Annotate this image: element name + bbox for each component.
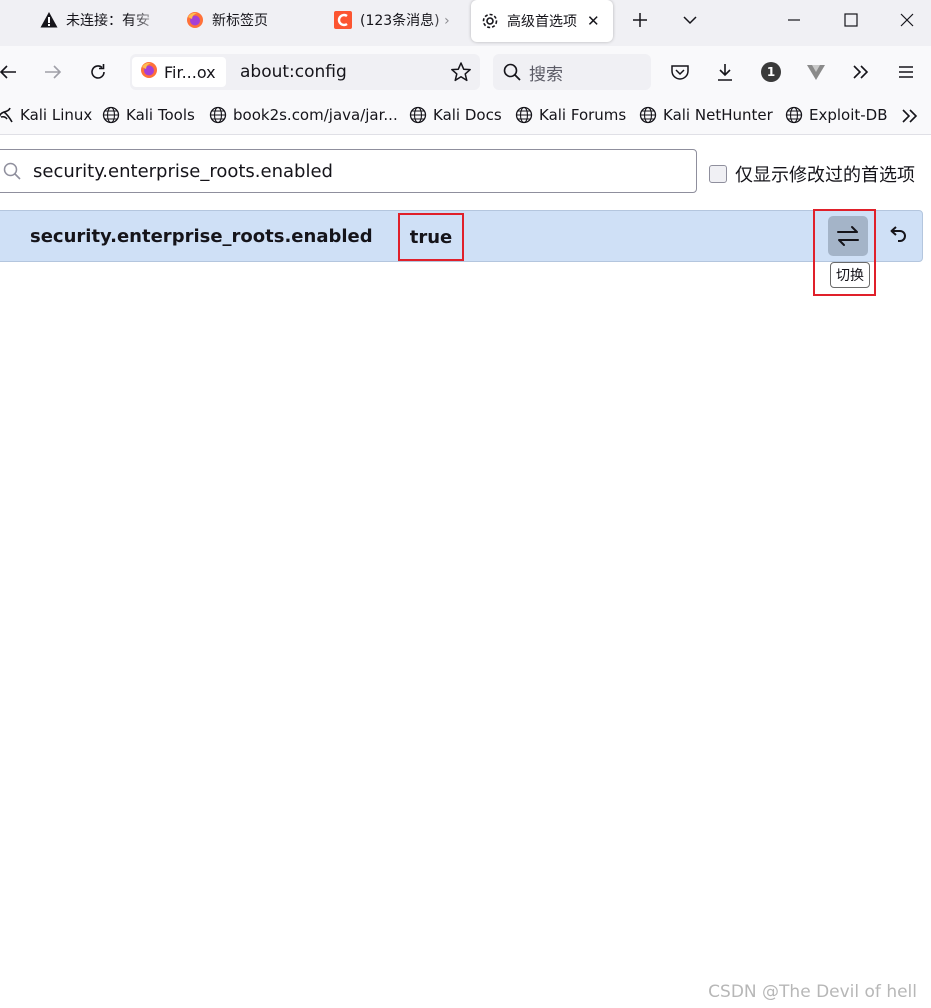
url-text[interactable]: about:config [240,62,347,82]
tab-advanced-preferences[interactable]: 高级首选项 ✕ [471,0,613,42]
firefox-icon [186,11,204,29]
tab-label: (123条消息) › [360,13,450,29]
warning-icon [40,11,58,29]
tab-insecure-site[interactable]: 未连接：有安 [40,0,162,40]
globe-icon [639,106,657,124]
bookmark-label: Exploit-DB [809,106,888,124]
navigation-toolbar: Fir...ox about:config 搜索 1 [0,46,931,98]
web-search-box[interactable]: 搜索 [493,54,651,90]
bookmark-star-button[interactable] [450,61,472,87]
reload-icon [91,64,105,79]
gear-icon [481,12,499,30]
list-all-tabs-button[interactable] [676,6,704,34]
tab-strip: 未连接：有安 新标签页 (123条消息) › 高级首选项 ✕ [0,0,931,46]
url-bar[interactable]: Fir...ox about:config [130,54,480,90]
plus-icon [633,13,647,27]
close-icon [900,13,914,27]
identity-label: Fir...ox [164,62,216,82]
bookmark-label: Kali Forums [539,106,627,124]
firefox-icon [140,61,158,83]
close-window-button[interactable] [893,6,921,34]
globe-icon [409,106,427,124]
maximize-icon [844,13,858,27]
show-modified-checkbox[interactable] [709,165,727,183]
overflow-menu-button[interactable] [847,58,875,86]
globe-icon [209,106,227,124]
forward-button[interactable] [39,58,67,86]
bookmark-label: Kali NetHunter [663,106,773,124]
tab-csdn[interactable]: (123条消息) › [334,0,462,40]
reset-button[interactable] [884,222,912,250]
vpn-extension-button[interactable] [802,58,830,86]
arrow-left-icon [0,65,16,79]
tab-label: 未连接：有安 [66,13,150,29]
bookmark-book2s[interactable]: book2s.com/java/jar... [209,106,398,124]
bookmarks-overflow-button[interactable] [900,106,920,126]
bookmark-kali-tools[interactable]: Kali Tools [102,106,195,124]
show-modified-toggle[interactable]: 仅显示修改过的首选项 [709,161,915,187]
maximize-button[interactable] [837,6,865,34]
bookmark-kali-docs[interactable]: Kali Docs [409,106,502,124]
tab-new-tab[interactable]: 新标签页 [186,0,316,40]
arrow-right-icon [45,65,62,79]
search-icon [503,63,521,81]
tab-label: 新标签页 [212,13,268,29]
identity-box[interactable]: Fir...ox [132,57,226,87]
search-placeholder: 搜索 [529,64,563,85]
v-shield-icon [807,65,825,80]
bookmarks-toolbar: Kali Linux Kali Tools book2s.com/java/ja… [0,98,931,135]
notification-button[interactable]: 1 [757,58,785,86]
bookmark-kali-nethunter[interactable]: Kali NetHunter [639,106,773,124]
preference-name: security.enterprise_roots.enabled [30,226,373,247]
preference-value: true [409,226,453,248]
globe-icon [102,106,120,124]
show-modified-label: 仅显示修改过的首选项 [735,165,915,186]
chevron-down-icon [683,16,697,25]
double-chevron-right-icon [902,109,918,123]
bookmark-kali-forums[interactable]: Kali Forums [515,106,626,124]
bookmark-label: Kali Tools [126,106,195,124]
download-icon [718,64,732,81]
bookmark-exploit-db[interactable]: Exploit-DB [785,106,888,124]
back-button[interactable] [0,58,22,86]
bookmark-label: book2s.com/java/jar... [233,106,398,124]
bookmark-label: Kali Linux [20,106,93,124]
kali-dragon-icon [0,107,13,123]
notification-badge: 1 [761,62,781,82]
pocket-icon [671,65,689,80]
tab-label: 高级首选项 [507,14,577,30]
minimize-icon [788,19,800,21]
preference-value-highlight: true [398,213,464,261]
watermark: CSDN @The Devil of hell [708,982,917,1002]
csdn-icon [334,11,352,29]
preference-row[interactable]: security.enterprise_roots.enabled true [0,210,923,262]
undo-icon [890,226,906,242]
hamburger-icon [899,66,913,78]
star-icon [451,62,471,82]
search-icon [3,162,21,180]
globe-icon [515,106,533,124]
minimize-button[interactable] [780,6,808,34]
new-tab-button[interactable] [626,6,654,34]
reload-button[interactable] [84,58,112,86]
preference-search-input[interactable] [31,159,635,183]
downloads-button[interactable] [711,58,739,86]
globe-icon [785,106,803,124]
close-tab-icon[interactable]: ✕ [587,12,600,30]
bookmark-label: Kali Docs [433,106,502,124]
toggle-tooltip: 切换 [830,262,870,288]
app-menu-button[interactable] [892,58,920,86]
preference-search-box[interactable] [0,149,697,193]
bookmark-kali-linux[interactable]: Kali Linux [0,106,92,124]
double-chevron-right-icon [853,65,869,79]
pocket-button[interactable] [666,58,694,86]
